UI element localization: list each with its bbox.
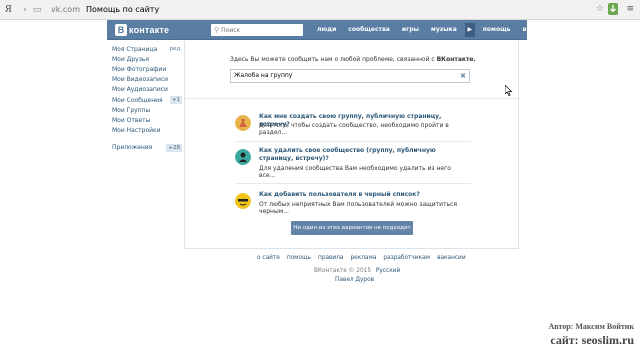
faq-desc: От любых неприятных Вам пользователей мо… (259, 201, 458, 215)
sidebar-item-label: Приложения (112, 144, 153, 152)
vk-logo[interactable]: В контакте (115, 24, 169, 36)
clear-icon[interactable]: ✖ (460, 72, 466, 80)
delete-group-icon (235, 149, 251, 165)
apps-badge: +28 (166, 143, 182, 152)
sidebar-item-apps[interactable]: Приложения +28 (112, 143, 182, 153)
watermark-author: Автор: Максим Войтик (548, 322, 635, 331)
sidebar-item-label: Мои Ответы (112, 116, 151, 124)
faq-title[interactable]: Как удалить свое сообщество (группу, пуб… (259, 147, 469, 163)
url-domain: vk.com (51, 5, 80, 14)
help-search-input[interactable]: Жалоба на группу ✖ (230, 69, 470, 83)
sidebar-item-label: Мои Аудиозаписи (112, 86, 168, 94)
sidebar-item-answers[interactable]: Мои Ответы (112, 115, 182, 125)
faq-item[interactable]: Как удалить свое сообщество (группу, пуб… (235, 147, 475, 181)
play-icon[interactable]: ▶ (464, 23, 475, 37)
vk-logo-text: контакте (129, 25, 170, 35)
sidebar-item-label: Мои Сообщения (112, 96, 163, 104)
divider (235, 141, 471, 142)
lock-icon: ▭ (32, 4, 42, 15)
sidebar-item-settings[interactable]: Мои Настройки (112, 126, 182, 136)
footer-links: о сайте помощь правила реклама разработч… (257, 255, 473, 261)
address-bar[interactable]: vk.com Помощь по сайту (47, 3, 607, 17)
copyright: ВКонтакте © 2015 Русский (314, 268, 400, 274)
back-icon[interactable]: ‹ (19, 5, 31, 15)
nav-communities[interactable]: сообщества (342, 20, 396, 40)
faq-item[interactable]: Как добавить пользователя в черный списо… (235, 191, 475, 215)
mouse-cursor-icon (505, 85, 513, 96)
sidebar-item-friends[interactable]: Мои Друзья (112, 54, 182, 64)
create-group-icon (235, 115, 251, 131)
nav-music[interactable]: музыка (425, 20, 463, 40)
page-title: Помощь по сайту (86, 5, 160, 14)
sidebar-item-photos[interactable]: Мои Фотографии (112, 64, 182, 74)
faq-desc: Для удаления сообщества Вам необходимо у… (259, 165, 451, 179)
sidebar-item-label: Мои Друзья (112, 55, 150, 63)
watermark-site: сайт: seoslim.ru (550, 333, 634, 347)
nav-people[interactable]: люди (311, 20, 342, 40)
edit-link[interactable]: ред. (170, 46, 182, 52)
sidebar-item-videos[interactable]: Мои Видеозаписи (112, 75, 182, 85)
help-intro-brand: ВКонтакте. (436, 56, 476, 63)
footer-link-jobs[interactable]: вакансии (437, 255, 466, 261)
sidebar-item-audio[interactable]: Мои Аудиозаписи (112, 85, 182, 95)
faq-desc: Для того, чтобы создать сообщество, необ… (259, 122, 449, 136)
top-nav: люди сообщества игры музыка ▶ помощь вый… (311, 20, 550, 40)
blacklist-icon (235, 193, 251, 209)
help-panel: Здесь Вы можете сообщить нам о любой про… (184, 41, 520, 249)
nav-logout[interactable]: выйти (517, 20, 550, 40)
help-query-value: Жалоба на группу (234, 72, 293, 79)
menu-icon[interactable]: ≡ (626, 4, 634, 14)
help-intro-text: Здесь Вы можете сообщить нам о любой про… (230, 56, 437, 63)
vk-logo-letter: В (115, 24, 127, 36)
copyright-text: ВКонтакте © 2015 (314, 268, 372, 274)
sidebar: Моя Страница ред. Мои Друзья Мои Фотогра… (112, 44, 182, 153)
language-link[interactable]: Русский (376, 268, 400, 274)
divider (235, 183, 471, 184)
bookmark-star-icon[interactable]: ☆ (596, 4, 604, 14)
footer-link-rules[interactable]: правила (318, 255, 343, 261)
search-icon: ⚲ (214, 26, 220, 34)
sidebar-item-messages[interactable]: Мои Сообщения +1 (112, 95, 182, 105)
footer-link-about[interactable]: о сайте (257, 255, 280, 261)
faq-title[interactable]: Как добавить пользователя в черный списо… (259, 191, 469, 199)
sidebar-item-my-page[interactable]: Моя Страница ред. (112, 44, 182, 54)
sidebar-item-label: Мои Фотографии (112, 65, 167, 73)
footer-link-ads[interactable]: реклама (350, 255, 376, 261)
author-link[interactable]: Павел Дуров (335, 277, 374, 283)
nav-help[interactable]: помощь (477, 20, 517, 40)
help-intro: Здесь Вы можете сообщить нам о любой про… (230, 56, 476, 63)
browser-toolbar: Я ‹ ▭ vk.com Помощь по сайту ☆ ≡ (0, 0, 640, 20)
sidebar-item-label: Мои Настройки (112, 127, 161, 135)
yandex-logo[interactable]: Я (5, 4, 19, 15)
divider (185, 98, 520, 99)
sidebar-item-groups[interactable]: Мои Группы (112, 105, 182, 115)
footer-link-help[interactable]: помощь (287, 255, 311, 261)
nav-games[interactable]: игры (396, 20, 425, 40)
sidebar-item-label: Моя Страница (112, 45, 158, 53)
download-icon[interactable] (608, 3, 618, 15)
vk-header: В контакте ⚲ люди сообщества игры музыка… (107, 20, 544, 40)
messages-badge: +1 (169, 96, 182, 105)
faq-item[interactable]: Как мне создать свою группу, публичную с… (235, 113, 475, 143)
footer-link-developers[interactable]: разработчикам (383, 255, 430, 261)
sidebar-item-label: Мои Видеозаписи (112, 76, 169, 84)
none-of-these-button[interactable]: Ни один из этих вариантов не подходит (291, 221, 413, 235)
search-input[interactable] (221, 26, 302, 34)
search-box[interactable]: ⚲ (211, 24, 303, 36)
sidebar-item-label: Мои Группы (112, 106, 151, 114)
